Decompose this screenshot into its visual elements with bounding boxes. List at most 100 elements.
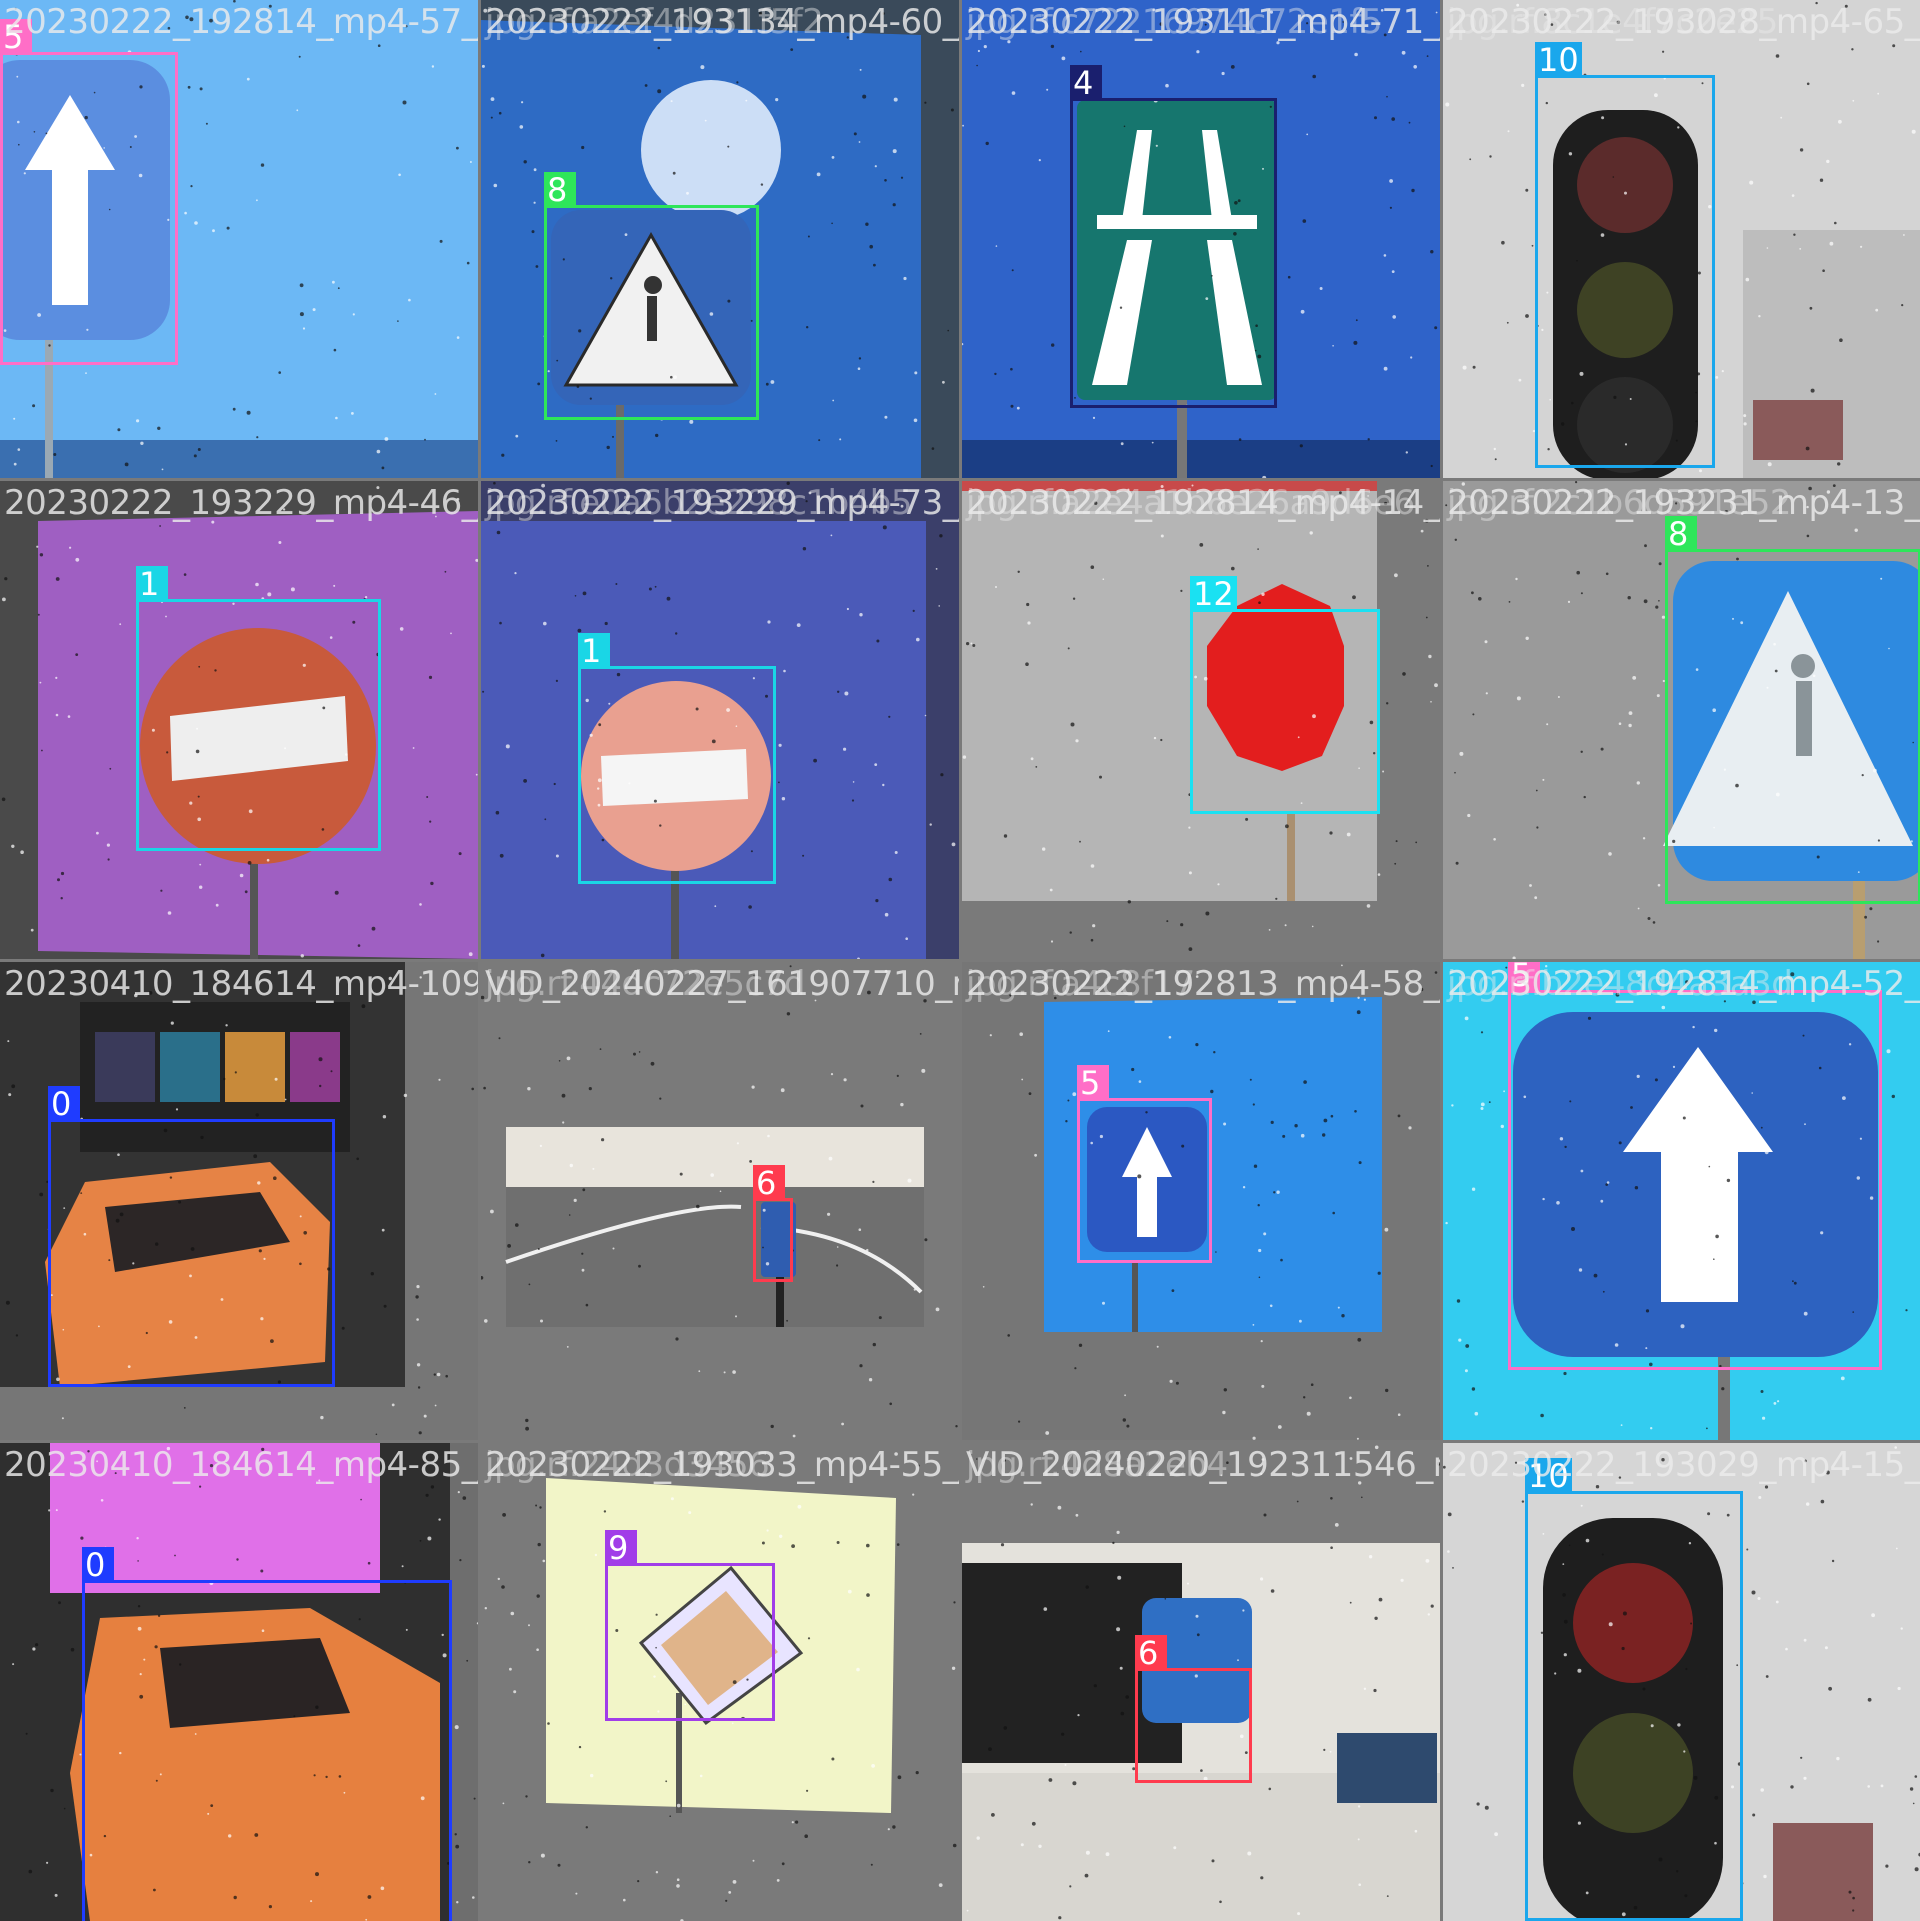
noise-speckle bbox=[1242, 1186, 1246, 1189]
noise-speckle bbox=[859, 68, 862, 71]
noise-speckle bbox=[1018, 1420, 1021, 1423]
noise-speckle bbox=[1401, 50, 1406, 55]
noise-speckle bbox=[860, 1104, 864, 1108]
class-label: 8 bbox=[544, 172, 576, 208]
noise-speckle bbox=[497, 1577, 500, 1581]
noise-speckle bbox=[1258, 1248, 1262, 1253]
noise-speckle bbox=[1159, 22, 1164, 26]
noise-speckle bbox=[1740, 512, 1744, 515]
noise-speckle bbox=[482, 690, 485, 693]
noise-speckle bbox=[1826, 159, 1830, 164]
noise-speckle bbox=[1303, 1080, 1307, 1084]
noise-speckle bbox=[655, 1871, 659, 1874]
noise-speckle bbox=[1302, 219, 1307, 223]
bounding-box: 5 bbox=[1508, 962, 1882, 1370]
noise-speckle bbox=[501, 1585, 505, 1589]
noise-speckle bbox=[1085, 1850, 1090, 1855]
noise-speckle bbox=[1484, 1805, 1489, 1810]
noise-speckle bbox=[1195, 975, 1199, 978]
noise-speckle bbox=[1447, 1550, 1450, 1553]
noise-speckle bbox=[781, 1862, 785, 1866]
noise-speckle bbox=[844, 691, 849, 696]
noise-speckle bbox=[745, 99, 748, 102]
noise-speckle bbox=[1472, 713, 1475, 716]
noise-speckle bbox=[256, 199, 258, 202]
bounding-box: 10 bbox=[1525, 1458, 1743, 1921]
noise-speckle bbox=[806, 1789, 809, 1792]
noise-speckle bbox=[1749, 180, 1754, 185]
noise-speckle bbox=[594, 1553, 598, 1557]
noise-speckle bbox=[1335, 1454, 1338, 1456]
noise-speckle bbox=[868, 1378, 873, 1382]
noise-speckle bbox=[670, 1497, 674, 1501]
noise-speckle bbox=[8, 1093, 12, 1097]
noise-speckle bbox=[977, 49, 980, 53]
noise-speckle bbox=[859, 1364, 863, 1368]
noise-speckle bbox=[528, 1624, 530, 1627]
noise-speckle bbox=[5, 1300, 10, 1305]
noise-speckle bbox=[676, 1884, 680, 1888]
noise-speckle bbox=[199, 885, 203, 889]
noise-speckle bbox=[606, 445, 610, 450]
noise-speckle bbox=[585, 1826, 588, 1829]
noise-speckle bbox=[1658, 600, 1660, 602]
noise-speckle bbox=[457, 1491, 460, 1494]
noise-speckle bbox=[650, 1061, 655, 1066]
noise-speckle bbox=[976, 1836, 980, 1840]
noise-speckle bbox=[792, 1434, 796, 1438]
noise-speckle bbox=[456, 336, 460, 339]
noise-speckle bbox=[419, 1539, 422, 1542]
noise-speckle bbox=[1576, 570, 1580, 575]
noise-speckle bbox=[539, 1506, 542, 1509]
noise-speckle bbox=[1188, 947, 1193, 951]
noise-speckle bbox=[1332, 1211, 1335, 1215]
noise-speckle bbox=[1306, 22, 1309, 25]
noise-speckle bbox=[183, 573, 187, 576]
noise-speckle bbox=[39, 1192, 44, 1197]
noise-speckle bbox=[1840, 1376, 1845, 1381]
noise-speckle bbox=[874, 763, 878, 766]
noise-speckle bbox=[225, 1024, 228, 1027]
noise-speckle bbox=[1153, 736, 1157, 740]
noise-speckle bbox=[1349, 1396, 1352, 1400]
noise-speckle bbox=[615, 583, 618, 585]
noise-speckle bbox=[187, 85, 191, 89]
bounding-box: 12 bbox=[1190, 576, 1380, 814]
bounding-box: 5 bbox=[0, 19, 178, 365]
noise-speckle bbox=[197, 448, 201, 451]
noise-speckle bbox=[1799, 148, 1804, 152]
noise-speckle bbox=[1875, 308, 1879, 312]
noise-speckle bbox=[290, 587, 295, 592]
noise-speckle bbox=[1092, 924, 1096, 928]
noise-speckle bbox=[296, 109, 299, 112]
noise-speckle bbox=[1803, 1776, 1807, 1780]
noise-speckle bbox=[1191, 484, 1194, 487]
noise-speckle bbox=[758, 11, 763, 16]
noise-speckle bbox=[1165, 83, 1169, 88]
noise-speckle bbox=[903, 276, 907, 281]
noise-speckle bbox=[544, 818, 547, 821]
noise-speckle bbox=[966, 1909, 969, 1912]
noise-speckle bbox=[1484, 640, 1488, 644]
noise-speckle bbox=[1877, 940, 1880, 943]
noise-speckle bbox=[1028, 1092, 1032, 1095]
noise-speckle bbox=[1540, 1413, 1544, 1418]
noise-speckle bbox=[1249, 1078, 1252, 1081]
noise-speckle bbox=[1474, 1411, 1479, 1416]
noise-speckle bbox=[1505, 966, 1508, 969]
noise-speckle bbox=[1377, 1271, 1381, 1275]
noise-speckle bbox=[361, 1004, 366, 1009]
noise-speckle bbox=[752, 1859, 755, 1862]
noise-speckle bbox=[1210, 1089, 1214, 1094]
noise-speckle bbox=[1806, 1502, 1810, 1506]
noise-speckle bbox=[96, 1460, 98, 1463]
noise-speckle bbox=[1900, 1627, 1903, 1630]
noise-speckle bbox=[1400, 1578, 1404, 1582]
noise-speckle bbox=[1852, 99, 1855, 102]
noise-speckle bbox=[1119, 1666, 1123, 1670]
noise-speckle bbox=[509, 1667, 512, 1671]
noise-speckle bbox=[35, 1643, 39, 1647]
noise-speckle bbox=[1632, 676, 1637, 680]
noise-speckle bbox=[540, 1319, 543, 1323]
noise-speckle bbox=[1061, 1732, 1065, 1736]
